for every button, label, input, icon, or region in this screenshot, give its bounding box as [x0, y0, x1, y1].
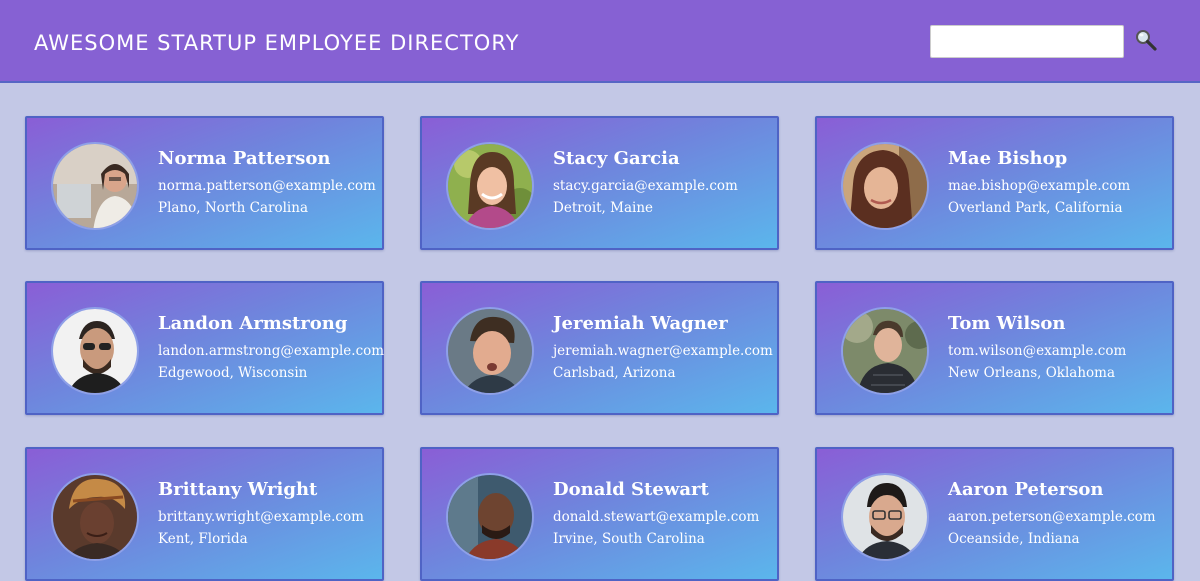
- avatar: [841, 142, 929, 230]
- employee-name: Jeremiah Wagner: [553, 313, 728, 334]
- avatar: [841, 473, 929, 561]
- employee-name: Donald Stewart: [553, 479, 709, 500]
- employee-card[interactable]: Mae Bishop mae.bishop@example.com Overla…: [815, 116, 1174, 250]
- employee-card[interactable]: Brittany Wright brittany.wright@example.…: [25, 447, 384, 581]
- employee-location: Overland Park, California: [948, 200, 1123, 216]
- magnifier-icon: [1136, 30, 1157, 51]
- employee-name: Landon Armstrong: [158, 313, 348, 334]
- employee-name: Norma Patterson: [158, 148, 331, 169]
- employee-card[interactable]: Donald Stewart donald.stewart@example.co…: [420, 447, 779, 581]
- employee-card[interactable]: Norma Patterson norma.patterson@example.…: [25, 116, 384, 250]
- avatar: [446, 307, 534, 395]
- employee-card[interactable]: Stacy Garcia stacy.garcia@example.com De…: [420, 116, 779, 250]
- employee-location: Irvine, South Carolina: [553, 531, 705, 547]
- avatar: [51, 307, 139, 395]
- employee-email: mae.bishop@example.com: [948, 178, 1131, 194]
- employee-name: Tom Wilson: [948, 313, 1066, 334]
- avatar: [446, 142, 534, 230]
- employee-card[interactable]: Tom Wilson tom.wilson@example.com New Or…: [815, 281, 1174, 415]
- employee-name: Mae Bishop: [948, 148, 1068, 169]
- employee-email: donald.stewart@example.com: [553, 509, 760, 525]
- employee-location: New Orleans, Oklahoma: [948, 365, 1116, 381]
- avatar: [841, 307, 929, 395]
- employee-email: brittany.wright@example.com: [158, 509, 364, 525]
- employee-email: aaron.peterson@example.com: [948, 509, 1156, 525]
- employee-location: Oceanside, Indiana: [948, 531, 1080, 547]
- avatar: [51, 473, 139, 561]
- employee-location: Edgewood, Wisconsin: [158, 365, 308, 381]
- employee-card[interactable]: Jeremiah Wagner jeremiah.wagner@example.…: [420, 281, 779, 415]
- employee-email: tom.wilson@example.com: [948, 343, 1127, 359]
- employee-location: Detroit, Maine: [553, 200, 654, 216]
- employee-location: Kent, Florida: [158, 531, 248, 547]
- employee-email: jeremiah.wagner@example.com: [553, 343, 773, 359]
- employee-location: Plano, North Carolina: [158, 200, 308, 216]
- employee-card[interactable]: Landon Armstrong landon.armstrong@exampl…: [25, 281, 384, 415]
- employee-email: landon.armstrong@example.com: [158, 343, 385, 359]
- page-header: AWESOME STARTUP EMPLOYEE DIRECTORY: [0, 0, 1200, 83]
- employee-email: norma.patterson@example.com: [158, 178, 376, 194]
- employee-name: Aaron Peterson: [948, 479, 1104, 500]
- avatar: [51, 142, 139, 230]
- employee-name: Stacy Garcia: [553, 148, 680, 169]
- avatar: [446, 473, 534, 561]
- employee-card[interactable]: Aaron Peterson aaron.peterson@example.co…: [815, 447, 1174, 581]
- employee-name: Brittany Wright: [158, 479, 318, 500]
- search-button[interactable]: [1134, 28, 1158, 52]
- employee-email: stacy.garcia@example.com: [553, 178, 738, 194]
- employee-location: Carlsbad, Arizona: [553, 365, 676, 381]
- search-input[interactable]: [930, 25, 1124, 58]
- page-title: AWESOME STARTUP EMPLOYEE DIRECTORY: [34, 31, 520, 55]
